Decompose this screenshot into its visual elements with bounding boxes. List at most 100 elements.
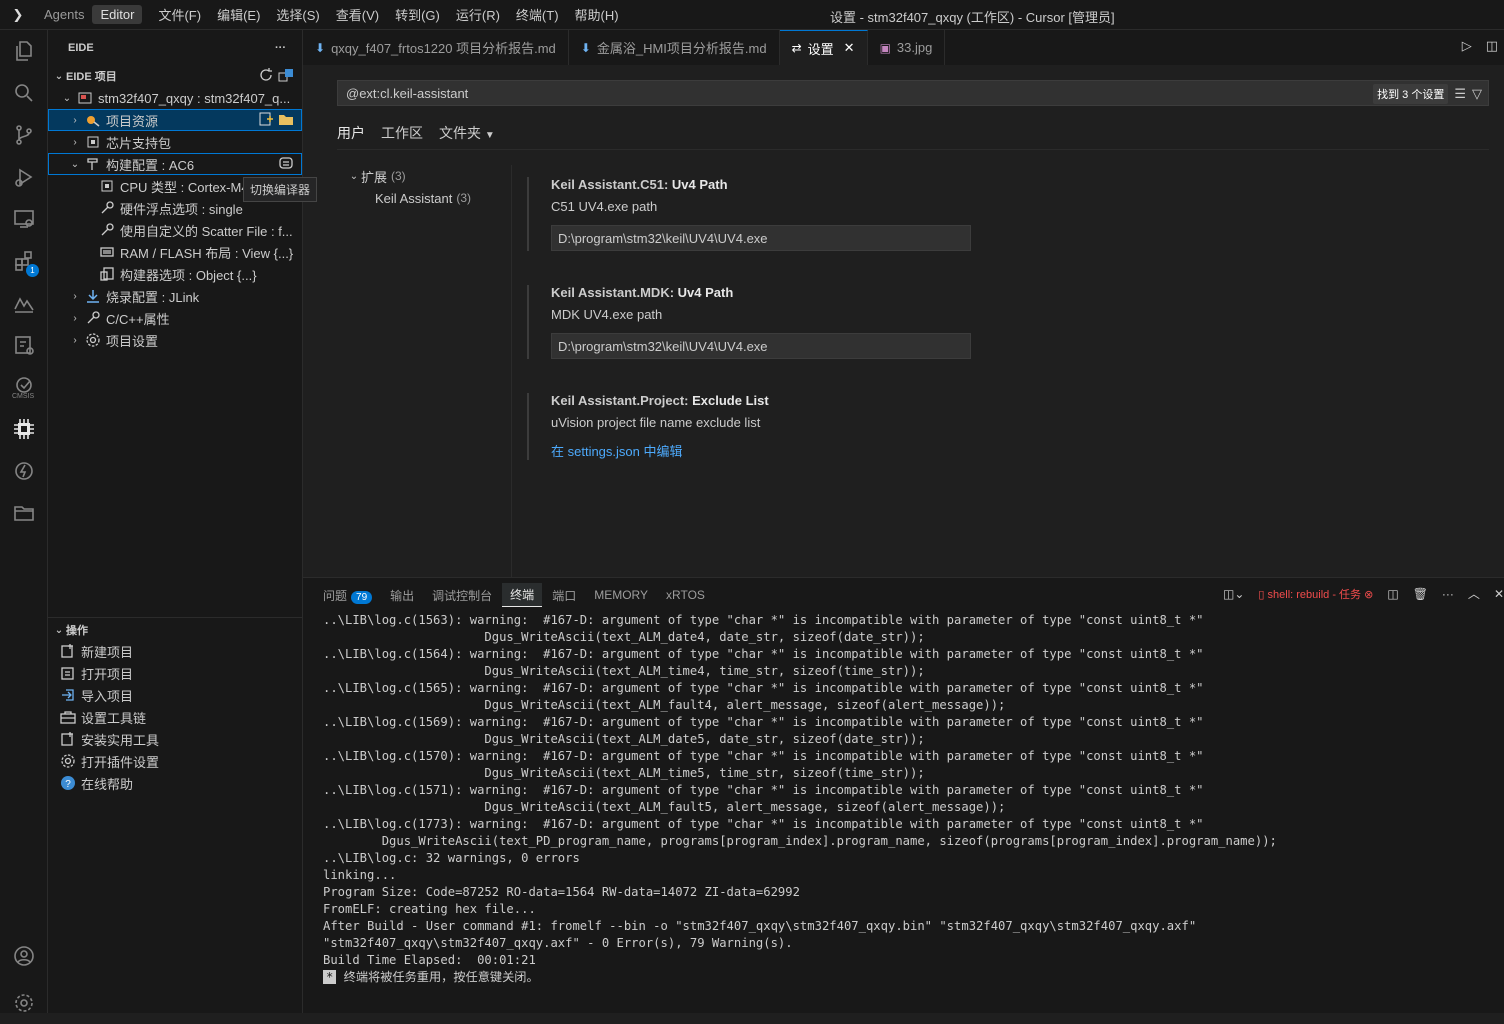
- terminal-line: ..\LIB\log.c(1570): warning: #167-D: arg…: [323, 749, 1204, 763]
- op-new-project[interactable]: 新建项目: [48, 640, 302, 662]
- add-folder-icon[interactable]: [278, 111, 294, 130]
- wrench-icon: [99, 200, 115, 216]
- menu-run[interactable]: 运行(R): [448, 5, 508, 24]
- tree-item-scatter-file[interactable]: 使用自定义的 Scatter File : f...: [48, 219, 302, 241]
- search-icon[interactable]: [0, 72, 48, 114]
- explorer-icon[interactable]: [0, 30, 48, 72]
- menu-edit[interactable]: 编辑(E): [209, 5, 268, 24]
- filter-icon[interactable]: ▽: [1472, 86, 1482, 102]
- trash-icon[interactable]: 🗑: [1413, 587, 1428, 601]
- sidebar-more-button[interactable]: ···: [275, 42, 286, 54]
- extensions-icon[interactable]: 1: [0, 240, 48, 282]
- settings-search-input[interactable]: @ext:cl.keil-assistant 找到 3 个设置 ☰ ▽: [337, 80, 1489, 106]
- tab-hmi-report[interactable]: ⬇ 金属浴_HMI项目分析报告.md: [569, 30, 780, 65]
- operations-section[interactable]: ⌄ 操作: [52, 619, 302, 641]
- terminal-line: Dgus_WriteAscii(text_ALM_time5, time_str…: [323, 766, 925, 780]
- menu-view[interactable]: 查看(V): [328, 5, 387, 24]
- tab-debug-console[interactable]: 调试控制台: [424, 584, 500, 607]
- account-icon[interactable]: [0, 935, 48, 977]
- menu-file[interactable]: 文件(F): [150, 5, 209, 24]
- switch-compiler-icon[interactable]: [278, 155, 294, 174]
- tree-item-project-resources[interactable]: › 项目资源: [48, 109, 302, 131]
- performance-icon[interactable]: [0, 282, 48, 324]
- tab-qxqy-report[interactable]: ⬇ qxqy_f407_frtos1220 项目分析报告.md: [303, 30, 569, 65]
- scope-tabs: 用户 工作区 文件夹 ▼: [337, 123, 495, 150]
- tree-item-build-config[interactable]: ⌄ 构建配置 : AC6: [48, 153, 302, 175]
- tree-item-chip-pack[interactable]: › 芯片支持包: [48, 131, 302, 153]
- scope-user[interactable]: 用户: [337, 123, 365, 150]
- activity-bar: 1 CMSIS: [0, 30, 48, 1013]
- error-icon: ⊗: [1364, 588, 1374, 601]
- op-open-project[interactable]: 打开项目: [48, 662, 302, 684]
- tree-item-project-settings[interactable]: › 项目设置: [48, 329, 302, 351]
- eide-chip-icon[interactable]: [0, 408, 48, 450]
- terminal-line: "stm32f407_qxqy\stm32f407_qxqy.axf" - 0 …: [323, 936, 793, 950]
- tab-output[interactable]: 输出: [382, 584, 422, 607]
- op-setup-toolchain[interactable]: 设置工具链: [48, 706, 302, 728]
- close-icon[interactable]: ✕: [844, 40, 855, 56]
- tree-item-label: 芯片支持包: [106, 135, 172, 151]
- op-online-help[interactable]: ? 在线帮助: [48, 772, 302, 794]
- terminal-line: linking...: [323, 868, 397, 882]
- tree-item-memory-layout[interactable]: RAM / FLASH 布局 : View {...}: [48, 241, 302, 263]
- folder-icon[interactable]: [0, 492, 48, 534]
- menu-go[interactable]: 转到(G): [387, 5, 448, 24]
- op-open-plugin-settings[interactable]: 打开插件设置: [48, 750, 302, 772]
- tab-ports[interactable]: 端口: [544, 584, 584, 607]
- tree-item-builder-options[interactable]: 构建器选项 : Object {...}: [48, 263, 302, 285]
- menu-selection[interactable]: 选择(S): [268, 5, 327, 24]
- terminal-output[interactable]: ..\LIB\log.c(1563): warning: #167-D: arg…: [323, 612, 1504, 986]
- tab-settings[interactable]: ⇄ 设置 ✕: [779, 30, 868, 65]
- clear-filter-icon[interactable]: ☰: [1454, 86, 1466, 102]
- toc-extensions[interactable]: ⌄ 扩展 (3): [347, 165, 511, 187]
- tab-problems[interactable]: 问题 79: [315, 584, 380, 607]
- scope-folder[interactable]: 文件夹 ▼: [439, 123, 495, 150]
- task-rebuild[interactable]: ▯ shell: rebuild - 任务 ⊗: [1258, 586, 1373, 602]
- refresh-icon[interactable]: [258, 67, 274, 86]
- split-terminal-icon[interactable]: ◫: [1387, 587, 1398, 601]
- wrench-icon: [99, 222, 115, 238]
- source-control-icon[interactable]: [0, 114, 48, 156]
- tab-33-jpg[interactable]: ▣ 33.jpg: [868, 30, 946, 65]
- resources-icon: [85, 112, 101, 128]
- remote-explorer-icon[interactable]: [0, 198, 48, 240]
- mdk-uv4-path-input[interactable]: D:\program\stm32\keil\UV4\UV4.exe: [551, 333, 971, 359]
- menu-help[interactable]: 帮助(H): [567, 5, 627, 24]
- tab-terminal[interactable]: 终端: [502, 583, 543, 607]
- run-icon[interactable]: ▷: [1462, 38, 1472, 54]
- edit-in-settings-json-link[interactable]: 在 settings.json 中编辑: [551, 441, 1139, 460]
- project-node[interactable]: ⌄ stm32f407_qxqy : stm32f407_q...: [48, 87, 302, 109]
- editor-tabs: ⬇ qxqy_f407_frtos1220 项目分析报告.md ⬇ 金属浴_HMI项…: [303, 30, 1504, 65]
- split-editor-icon[interactable]: ◫: [1486, 38, 1498, 54]
- layout-icon[interactable]: ◫⌄: [1223, 587, 1244, 601]
- eide-project-section[interactable]: ⌄ EIDE 项目: [48, 65, 302, 87]
- close-panel-icon[interactable]: ✕: [1494, 587, 1504, 601]
- more-actions-icon[interactable]: ···: [1442, 587, 1454, 601]
- peripheral-icon[interactable]: [0, 324, 48, 366]
- problems-badge: 79: [351, 590, 373, 604]
- cmsis-icon[interactable]: CMSIS: [0, 366, 48, 408]
- editor-toggle[interactable]: Editor: [92, 5, 143, 24]
- extensions-badge: 1: [26, 264, 39, 277]
- manage-gear-icon[interactable]: [0, 982, 48, 1024]
- maximize-panel-icon[interactable]: ︿: [1468, 585, 1480, 602]
- tree-item-cpp-properties[interactable]: › C/C++属性: [48, 307, 302, 329]
- flash-icon[interactable]: [0, 450, 48, 492]
- op-import-project[interactable]: 导入项目: [48, 684, 302, 706]
- run-debug-icon[interactable]: [0, 156, 48, 198]
- tree-item-flash-config[interactable]: › 烧录配置 : JLink: [48, 285, 302, 307]
- agents-toggle[interactable]: Agents: [36, 5, 92, 24]
- tree-item-label: RAM / FLASH 布局 : View {...}: [120, 245, 294, 261]
- terminal-line: Dgus_WriteAscii(text_ALM_date4, date_str…: [323, 630, 925, 644]
- c51-uv4-path-input[interactable]: D:\program\stm32\keil\UV4\UV4.exe: [551, 225, 971, 251]
- menu-terminal[interactable]: 终端(T): [508, 5, 567, 24]
- toc-keil-assistant[interactable]: Keil Assistant (3): [347, 187, 511, 209]
- scope-workspace[interactable]: 工作区: [381, 123, 423, 150]
- tab-xrtos[interactable]: xRTOS: [658, 585, 713, 605]
- add-file-icon[interactable]: [258, 111, 274, 130]
- switch-workspace-icon[interactable]: [278, 67, 294, 86]
- settings-icon: ⇄: [791, 41, 802, 55]
- op-install-utility[interactable]: 安装实用工具: [48, 728, 302, 750]
- gear-icon: [60, 753, 76, 769]
- tab-memory[interactable]: MEMORY: [586, 585, 656, 605]
